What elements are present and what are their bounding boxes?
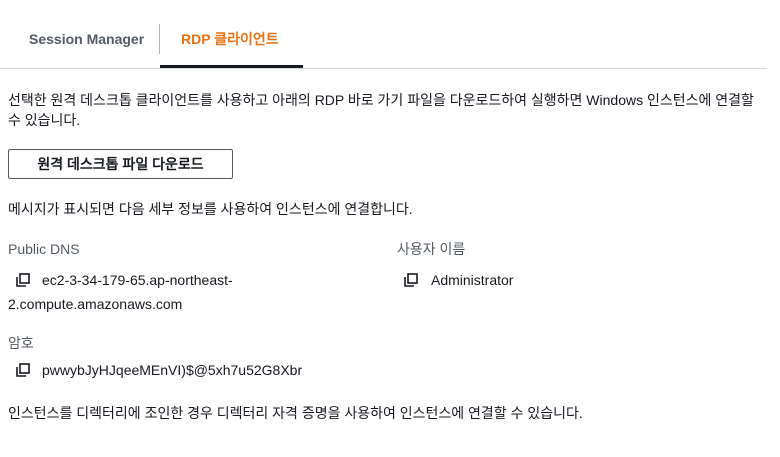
password-label: 암호 [8, 335, 34, 351]
public-dns-value-continued: 2.compute.amazonaws.com [8, 296, 183, 312]
public-dns-value: ec2-3-34-179-65.ap-northeast- [42, 272, 233, 288]
username-value: Administrator [431, 272, 514, 288]
username-label: 사용자 이름 [397, 241, 466, 257]
tab-session-manager[interactable]: Session Manager [29, 22, 144, 56]
active-tab-indicator [160, 65, 303, 68]
copy-icon[interactable] [16, 363, 30, 377]
rdp-description: 선택한 원격 데스크톱 클라이언트를 사용하고 아래의 RDP 바로 가기 파일… [8, 92, 754, 128]
public-dns-label: Public DNS [8, 241, 80, 257]
copy-icon[interactable] [16, 273, 30, 287]
tab-rdp-client[interactable]: RDP 클라이언트 [181, 22, 279, 56]
download-rdp-file-button[interactable]: 원격 데스크톱 파일 다운로드 [8, 149, 233, 179]
copy-icon[interactable] [404, 273, 418, 287]
tab-bar: Session Manager RDP 클라이언트 [0, 0, 767, 69]
connection-prompt-text: 메시지가 표시되면 다음 세부 정보를 사용하여 인스턴스에 연결합니다. [8, 201, 413, 217]
tab-divider [159, 24, 160, 54]
password-value: pwwybJyHJqeeMEnVI)$@5xh7u52G8Xbr [42, 362, 303, 378]
directory-credentials-note: 인스턴스를 디렉터리에 조인한 경우 디렉터리 자격 증명을 사용하여 인스턴스… [8, 405, 583, 421]
